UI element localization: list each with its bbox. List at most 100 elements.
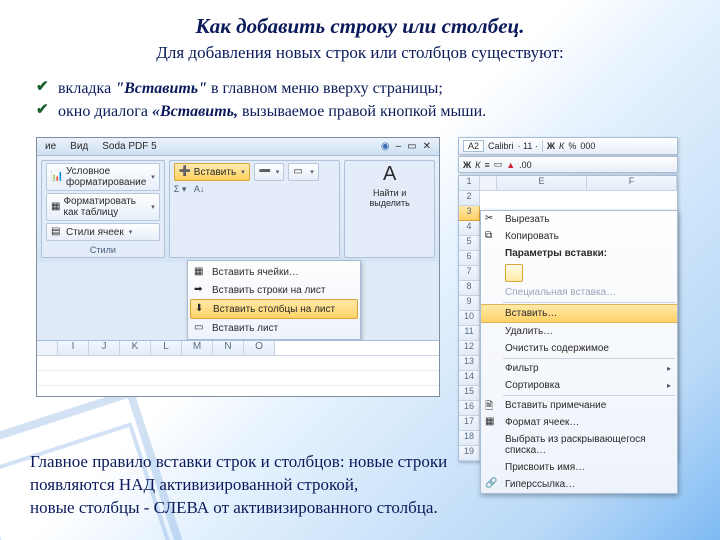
menu-item[interactable]: Очистить содержимое <box>481 340 677 357</box>
col-h[interactable]: L <box>151 341 182 355</box>
row-header[interactable]: 4 <box>459 221 480 236</box>
font-color-icon[interactable]: ▲ <box>506 160 515 170</box>
row-header[interactable]: 2 <box>459 191 480 206</box>
menu-item[interactable]: Вставить… <box>481 304 677 323</box>
close-icon[interactable]: ✕ <box>423 141 431 152</box>
bold-icon[interactable]: Ж <box>547 141 555 151</box>
row-header[interactable]: 14 <box>459 371 480 386</box>
submenu-arrow-icon: ▸ <box>667 364 671 373</box>
format-as-table-button[interactable]: ▦ Форматировать как таблицу▾ <box>46 193 160 221</box>
tab[interactable]: ие <box>45 141 56 152</box>
namebox[interactable]: A2 <box>463 140 484 152</box>
col-h[interactable]: N <box>213 341 244 355</box>
row-header[interactable]: 3 <box>459 206 480 221</box>
tab[interactable]: Soda PDF 5 <box>102 141 156 152</box>
menu-item[interactable]: Фильтр ▸ <box>481 360 677 377</box>
col-h[interactable]: K <box>120 341 151 355</box>
row-header[interactable]: 15 <box>459 386 480 401</box>
row-header[interactable]: 16 <box>459 401 480 416</box>
find-select-button[interactable]: Найти и выделить <box>349 188 430 208</box>
delete-button[interactable]: ➖▾ <box>254 163 285 181</box>
decimal-icon[interactable]: .00 <box>519 160 532 170</box>
menu-item[interactable]: ▦Формат ячеек… <box>481 414 677 431</box>
col-h[interactable]: J <box>89 341 120 355</box>
col-h[interactable]: F <box>587 176 677 191</box>
menu-item[interactable]: 🗎Вставить примечание <box>481 397 677 414</box>
italic-icon[interactable]: К <box>559 141 564 151</box>
cell-styles-button[interactable]: ▤ Стили ячеек▾ <box>46 223 160 241</box>
row-header[interactable]: 13 <box>459 356 480 371</box>
row-header[interactable]: 5 <box>459 236 480 251</box>
minimize-icon[interactable]: – <box>396 141 402 152</box>
col-h[interactable]: E <box>497 176 587 191</box>
sort-filter[interactable]: Σ ▾ A↓ <box>174 184 205 195</box>
bold-icon[interactable]: Ж <box>463 160 471 170</box>
menu-item-label: Специальная вставка… <box>505 287 616 298</box>
menu-item[interactable]: ✂Вырезать <box>481 211 677 228</box>
font-size-icon: A <box>349 163 430 186</box>
insert-cols-icon: ⬇ <box>195 303 207 315</box>
btn-label: Вставить <box>194 167 236 178</box>
insert-icon: ➕ <box>179 166 191 178</box>
menu-item[interactable]: Специальная вставка… <box>481 284 677 301</box>
col-h[interactable]: O <box>244 341 275 355</box>
col-h[interactable]: M <box>182 341 213 355</box>
insert-cells-icon: ▦ <box>194 266 206 278</box>
conditional-formatting-button[interactable]: 📊 Условное форматирование▾ <box>46 163 160 191</box>
item-label: Вставить строки на лист <box>212 285 325 296</box>
btn-label: Стили ячеек <box>66 227 124 238</box>
menu-header: Параметры вставки: <box>481 245 677 262</box>
sheet-grid[interactable] <box>37 355 439 396</box>
col-h[interactable]: I <box>58 341 89 355</box>
row-header[interactable]: 9 <box>459 296 480 311</box>
mini-toolbar-2: Ж К ≡ ▭ ▲ .00 <box>458 156 678 173</box>
dropdown-item[interactable]: ➡Вставить строки на лист <box>190 281 358 299</box>
mini-toolbar: A2 Calibri · 11 · Ж К % 000 <box>458 137 678 155</box>
percent-icon[interactable]: % <box>568 141 576 151</box>
row-header[interactable]: 8 <box>459 281 480 296</box>
row-header[interactable]: 1 <box>459 176 480 191</box>
bullet-em: «Вставить, <box>152 103 238 120</box>
btn-label: Форматировать как таблицу <box>63 196 146 218</box>
bullet-text: вкладка <box>58 80 115 97</box>
item-label: Вставить столбцы на лист <box>213 304 335 315</box>
menu-item[interactable]: ⧉Копировать <box>481 228 677 245</box>
row-header[interactable]: 7 <box>459 266 480 281</box>
row-header[interactable]: 12 <box>459 341 480 356</box>
bullet-em: "Вставить" <box>115 80 207 97</box>
note-icon: 🗎 <box>485 399 499 413</box>
menu-item[interactable]: Удалить… <box>481 323 677 340</box>
item-label: Вставить лист <box>212 323 278 334</box>
italic-icon[interactable]: К <box>475 160 480 170</box>
styles-group: 📊 Условное форматирование▾ ▦ Форматирова… <box>41 160 165 258</box>
tab[interactable]: Вид <box>70 141 88 152</box>
paste-option-icon[interactable] <box>505 264 523 282</box>
menu-item-label: Очистить содержимое <box>505 343 609 354</box>
comma-icon[interactable]: 000 <box>580 141 595 151</box>
bullet-text: вызываемое правой кнопкой мыши. <box>238 103 486 120</box>
cond-fmt-icon: 📊 <box>51 171 63 183</box>
menu-item[interactable]: Сортировка▸ <box>481 377 677 394</box>
insert-dropdown: ▦Вставить ячейки… ➡Вставить строки на ли… <box>187 260 361 340</box>
align-icon[interactable]: ≡ <box>484 160 489 170</box>
dropdown-item[interactable]: ▭Вставить лист <box>190 319 358 337</box>
format-button[interactable]: ▭▾ <box>288 163 319 181</box>
row-header[interactable]: 18 <box>459 431 480 446</box>
row-header[interactable]: 11 <box>459 326 480 341</box>
help-icon[interactable]: ◉ <box>381 141 390 152</box>
border-icon[interactable]: ▭ <box>494 159 503 170</box>
row-header[interactable]: 17 <box>459 416 480 431</box>
insert-button[interactable]: ➕ Вставить▾ <box>174 163 250 181</box>
menu-item-label: Фильтр <box>505 363 539 374</box>
window-controls: ◉ – ▭ ✕ <box>381 141 431 152</box>
fmt-table-icon: ▦ <box>51 201 60 213</box>
format-icon: ▭ <box>293 166 305 178</box>
row-header[interactable]: 10 <box>459 311 480 326</box>
restore-icon[interactable]: ▭ <box>407 141 416 152</box>
dropdown-item[interactable]: ▦Вставить ячейки… <box>190 263 358 281</box>
row-header[interactable]: 6 <box>459 251 480 266</box>
size-select[interactable]: · 11 · <box>518 141 538 151</box>
font-select[interactable]: Calibri <box>488 141 514 151</box>
cut-icon: ✂ <box>485 213 499 227</box>
dropdown-item-selected[interactable]: ⬇ Вставить столбцы на лист <box>190 299 358 319</box>
